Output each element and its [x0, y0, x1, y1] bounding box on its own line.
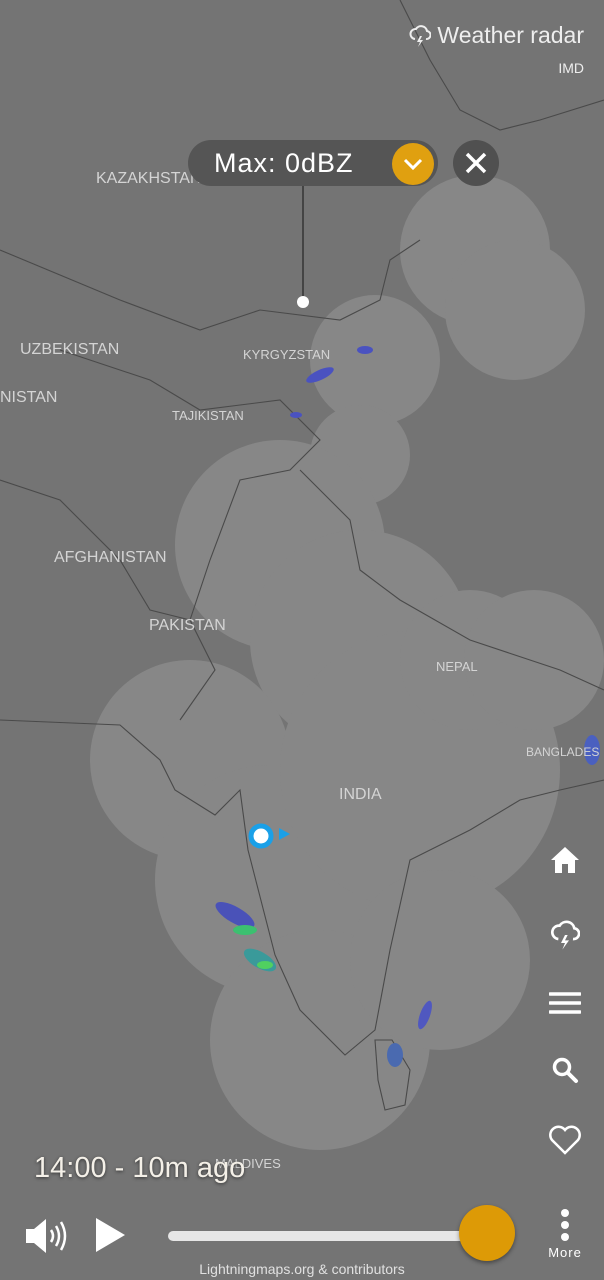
location-marker	[248, 823, 274, 849]
map[interactable]	[0, 0, 604, 1280]
map-label: KAZAKHSTAN	[96, 170, 202, 187]
map-label: UZBEKISTAN	[20, 341, 120, 358]
map-label: INDIA	[339, 786, 382, 803]
more-label: More	[548, 1245, 582, 1260]
search-button[interactable]	[545, 1050, 585, 1090]
play-button[interactable]	[94, 1217, 126, 1258]
more-button[interactable]: More	[545, 1208, 585, 1260]
timeline-slider[interactable]	[168, 1231, 488, 1241]
layers-button[interactable]	[545, 915, 585, 955]
map-label: NEPAL	[436, 659, 478, 674]
radar-coverage	[90, 175, 604, 1150]
popup-close-button[interactable]	[453, 140, 499, 186]
search-icon	[552, 1057, 578, 1083]
speaker-icon	[26, 1219, 67, 1253]
layer-title-text: Weather radar	[437, 22, 584, 48]
lightning-cloud-icon	[551, 920, 580, 950]
map-label: KYRGYZSTAN	[243, 347, 331, 362]
menu-button[interactable]	[545, 983, 585, 1023]
map-label: AFGHANISTAN	[54, 549, 167, 566]
layer-title[interactable]: Weather radar	[409, 22, 584, 49]
sound-button[interactable]	[24, 1216, 70, 1261]
play-icon	[96, 1218, 125, 1252]
heart-icon	[549, 1125, 581, 1155]
map-label: BANGLADES	[526, 745, 600, 759]
timeline-slider-handle[interactable]	[459, 1205, 515, 1261]
map-label: NISTAN	[0, 389, 58, 406]
map-label: PAKISTAN	[149, 617, 226, 634]
data-source: IMD	[558, 60, 584, 76]
chevron-down-icon	[403, 158, 423, 170]
more-vertical-icon	[561, 1209, 569, 1241]
attribution-link[interactable]: Lightningmaps.org & contributors	[0, 1261, 604, 1277]
close-icon	[465, 152, 487, 174]
home-icon	[551, 847, 579, 873]
map-label: TAJIKISTAN	[172, 408, 244, 423]
max-value: Max: 0dBZ	[214, 147, 354, 178]
lightning-cloud-icon	[409, 24, 432, 47]
radar-timestamp: 14:00 - 10m ago	[34, 1152, 246, 1184]
favorites-button[interactable]	[545, 1120, 585, 1160]
popup-dropdown-button[interactable]	[392, 143, 434, 185]
home-button[interactable]	[545, 840, 585, 880]
marker-point[interactable]	[297, 296, 309, 308]
menu-icon	[549, 992, 581, 1014]
